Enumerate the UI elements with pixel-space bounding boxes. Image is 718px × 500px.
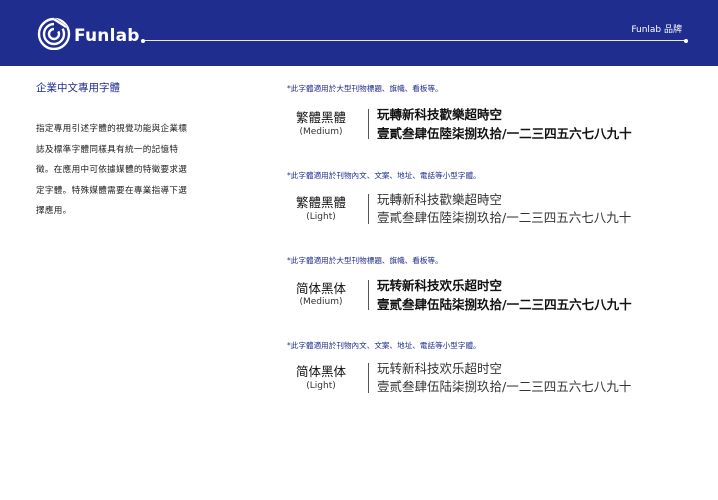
font-sample-line-2: 壹贰叁肆伍陆柒捌玖拾/一二三四五六七八九十 — [377, 297, 632, 312]
description-line: 指定專用引述字體的視覺功能與企業標 — [36, 124, 188, 134]
font-usage-note: *此字體適用於刊物內文、文案、地址、電話等小型字體。 — [287, 341, 481, 350]
font-weight: (Light) — [306, 212, 336, 222]
font-sample-line-2: 壹貳叁肆伍陸柒捌玖拾/一二三四五六七八九十 — [377, 126, 632, 141]
font-name: 简体黑体 — [295, 281, 346, 296]
font-weight: (Medium) — [299, 297, 343, 307]
font-name: 繁體黑體 — [295, 195, 346, 210]
section-title: 企業中文專用字體 — [36, 82, 120, 94]
font-weight: (Medium) — [299, 127, 343, 137]
section-description: 指定專用引述字體的視覺功能與企業標 誌及標準字體同樣具有統一的記憶特 徵。在應用… — [36, 119, 216, 222]
font-sample-line-1: 玩转新科技欢乐超时空 — [377, 278, 503, 293]
font-name: 简体黑体 — [295, 364, 346, 379]
font-usage-note: *此字體適用於刊物內文、文案、地址、電話等小型字體。 — [287, 171, 481, 180]
font-divider — [368, 280, 369, 310]
header-divider-dot — [141, 38, 145, 43]
description-line: 定字體。特殊媒體需要在專業指導下選 — [36, 185, 188, 196]
font-divider — [368, 109, 369, 139]
header-divider-dot — [684, 38, 688, 43]
header-bar: Funlab Funlab 品牌 — [0, 0, 718, 66]
font-sample-line-1: 玩轉新科技歡樂超時空 — [377, 107, 503, 122]
font-divider — [368, 363, 369, 393]
description-line: 誌及標準字體同樣具有統一的記憶特 — [36, 144, 179, 155]
description-line: 徵。在應用中可依據媒體的特徵要求選 — [36, 165, 188, 175]
font-divider — [368, 194, 369, 224]
description-line: 擇應用。 — [36, 206, 72, 216]
header-divider — [143, 40, 686, 41]
logo-text: Funlab — [74, 26, 140, 46]
font-sample-line-2: 壹贰叁肆伍陆柒捌玖拾/一二三四五六七八九十 — [377, 379, 632, 394]
font-usage-note: *此字體適用於大型刊物標題、旗幟、看板等。 — [287, 256, 443, 265]
funlab-logo-icon — [37, 17, 71, 50]
font-name: 繁體黑體 — [295, 110, 346, 125]
font-sample-line-1: 玩轉新科技歡樂超時空 — [377, 192, 503, 207]
brand-label: Funlab 品牌 — [631, 25, 682, 35]
font-usage-note: *此字體適用於大型刊物標題、旗幟、看板等。 — [287, 84, 443, 93]
font-weight: (Light) — [306, 381, 336, 391]
font-sample-line-1: 玩转新科技欢乐超时空 — [377, 361, 503, 376]
font-sample-line-2: 壹貳叁肆伍陸柒捌玖拾/一二三四五六七八九十 — [377, 210, 632, 225]
